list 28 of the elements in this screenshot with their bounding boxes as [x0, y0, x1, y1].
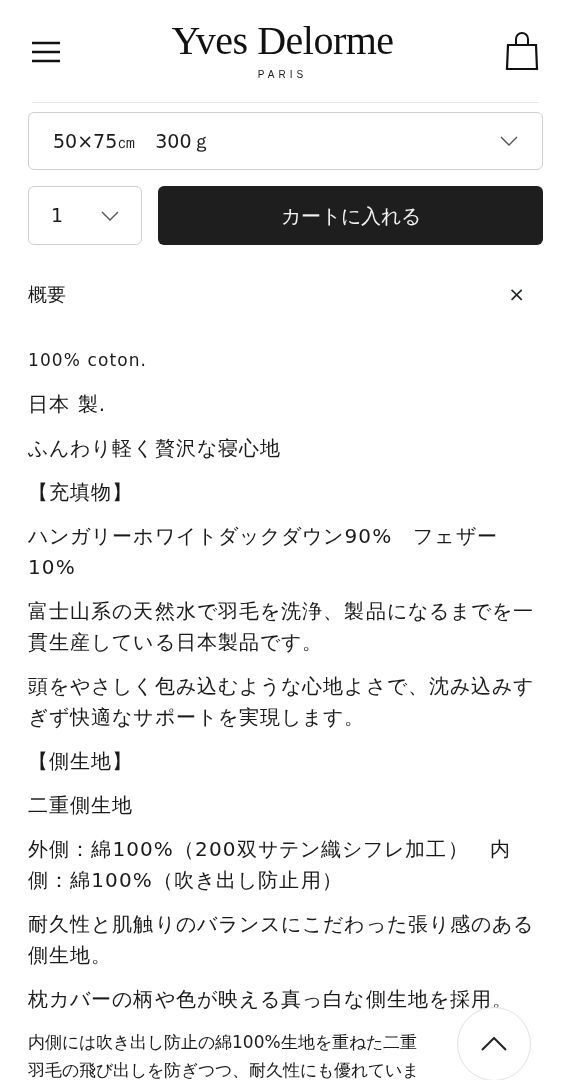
chevron-down-icon [101, 210, 119, 221]
description-text: 枕カバーの柄や色が映える真っ白な側生地を採用。 [28, 986, 515, 1013]
description-text: ふんわり軽く贅沢な寝心地 [28, 435, 283, 462]
menu-icon [32, 40, 60, 63]
description-text: 内側には吹き出し防止の綿100%生地を重ねた二重 [28, 1031, 417, 1054]
description-text: 二重側生地 [28, 792, 135, 819]
menu-button[interactable] [32, 39, 60, 63]
close-toggle[interactable]: × [508, 279, 525, 309]
section-title[interactable]: 概要 [28, 279, 66, 309]
chevron-up-icon [481, 1037, 507, 1051]
description-text: 100% coton. [28, 349, 149, 372]
quantity-select[interactable]: 1 [28, 186, 142, 245]
add-to-cart-button[interactable]: カートに入れる [158, 186, 543, 245]
description-text: 外側：綿100%（200双サテン織シフレ加工） 内側：綿100%（吹き出し防止用） [28, 836, 512, 894]
description-text: ハンガリーホワイトダックダウン90% フェザー10% [28, 523, 499, 581]
size-select[interactable]: 50×75㎝ 300ｇ [28, 112, 543, 170]
description-text: 富士山系の天然水で羽毛を洗浄、製品になるまでを一貫生産している日本製品です。 [28, 598, 536, 656]
shopping-bag-icon [505, 32, 539, 70]
description-text: 【充填物】 [28, 479, 135, 506]
cart-button[interactable] [505, 32, 539, 70]
chevron-down-icon [500, 136, 518, 146]
description-text: 耐久性と肌触りのバランスにこだわった張り感のある側生地。 [28, 911, 536, 969]
description-text: 日本 製. [28, 391, 108, 418]
brand-logo[interactable]: Yves Delorme [171, 20, 394, 61]
brand-subtitle: PARIS [257, 67, 308, 82]
description-text: 頭をやさしく包み込むような心地よさで、沈み込みすぎず快適なサポートを実現します。 [28, 673, 536, 731]
description-text: 羽毛の飛び出しを防ぎつつ、耐久性にも優れていま [28, 1059, 419, 1080]
description-text: 【側生地】 [28, 748, 135, 775]
